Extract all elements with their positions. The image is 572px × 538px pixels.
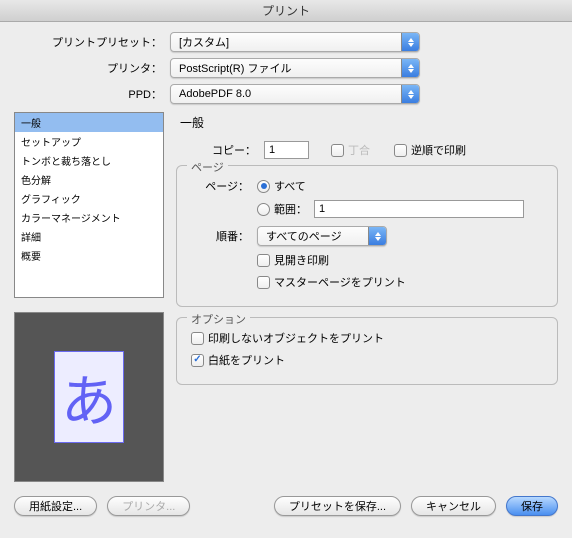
pages-range-label: 範囲： <box>274 201 314 217</box>
pages-range-radio[interactable] <box>257 203 270 216</box>
chevron-updown-icon <box>401 59 419 77</box>
printer-label: プリンタ： <box>14 60 170 76</box>
spreads-label: 見開き印刷 <box>274 252 329 268</box>
page-preview-area: あ <box>14 312 164 482</box>
pages-all-label: すべて <box>274 178 306 194</box>
chevron-updown-icon <box>368 227 386 245</box>
chevron-updown-icon <box>401 33 419 51</box>
ppd-value: AdobePDF 8.0 <box>179 88 251 100</box>
sidebar-item-5[interactable]: カラーマネージメント <box>15 208 163 227</box>
panel-title: 一般 <box>180 114 558 131</box>
sidebar-item-4[interactable]: グラフィック <box>15 189 163 208</box>
reverse-label: 逆順で印刷 <box>411 142 466 158</box>
spreads-checkbox[interactable] <box>257 254 270 267</box>
save-button[interactable]: 保存 <box>506 496 558 516</box>
pages-label: ページ： <box>187 178 257 194</box>
collate-label: 丁合 <box>348 142 370 158</box>
copies-input[interactable] <box>264 141 309 159</box>
preset-value: [カスタム] <box>179 34 229 50</box>
ppd-dropdown[interactable]: AdobePDF 8.0 <box>170 84 420 104</box>
master-checkbox[interactable] <box>257 276 270 289</box>
preset-label: プリントプリセット： <box>14 34 170 50</box>
nonprint-checkbox[interactable] <box>191 332 204 345</box>
pages-range-input[interactable] <box>314 200 524 218</box>
sidebar-item-1[interactable]: セットアップ <box>15 132 163 151</box>
page-setup-button[interactable]: 用紙設定... <box>14 496 97 516</box>
save-preset-button[interactable]: プリセットを保存... <box>274 496 401 516</box>
category-sidebar: 一般セットアップトンボと裁ち落とし色分解グラフィックカラーマネージメント詳細概要 <box>14 112 164 298</box>
copies-label: コピー： <box>194 142 264 158</box>
collate-checkbox <box>331 144 344 157</box>
pages-group-title: ページ <box>187 159 228 175</box>
sidebar-item-6[interactable]: 詳細 <box>15 227 163 246</box>
sidebar-item-2[interactable]: トンボと裁ち落とし <box>15 151 163 170</box>
blank-checkbox[interactable] <box>191 354 204 367</box>
sidebar-item-7[interactable]: 概要 <box>15 246 163 265</box>
printer-dropdown[interactable]: PostScript(R) ファイル <box>170 58 420 78</box>
printer-button: プリンタ... <box>107 496 190 516</box>
order-dropdown[interactable]: すべてのページ <box>257 226 387 246</box>
preset-dropdown[interactable]: [カスタム] <box>170 32 420 52</box>
pages-group: ページ ページ： すべて 範囲： 順番： すべてのページ <box>176 165 558 307</box>
window-title: プリント <box>262 4 310 18</box>
sidebar-item-3[interactable]: 色分解 <box>15 170 163 189</box>
printer-value: PostScript(R) ファイル <box>179 60 291 76</box>
pages-all-radio[interactable] <box>257 180 270 193</box>
nonprint-label: 印刷しないオブジェクトをプリント <box>208 330 384 346</box>
order-value: すべてのページ <box>266 228 342 244</box>
reverse-checkbox[interactable] <box>394 144 407 157</box>
page-preview: あ <box>54 351 124 443</box>
preview-glyph: あ <box>61 357 117 438</box>
chevron-updown-icon <box>401 85 419 103</box>
ppd-label: PPD： <box>14 86 170 102</box>
options-group-title: オプション <box>187 311 250 327</box>
window-titlebar: プリント <box>0 0 572 22</box>
blank-label: 白紙をプリント <box>208 352 285 368</box>
order-label: 順番： <box>187 228 257 244</box>
options-group: オプション 印刷しないオブジェクトをプリント 白紙をプリント <box>176 317 558 385</box>
master-label: マスターページをプリント <box>274 274 406 290</box>
cancel-button[interactable]: キャンセル <box>411 496 496 516</box>
sidebar-item-0[interactable]: 一般 <box>15 113 163 132</box>
